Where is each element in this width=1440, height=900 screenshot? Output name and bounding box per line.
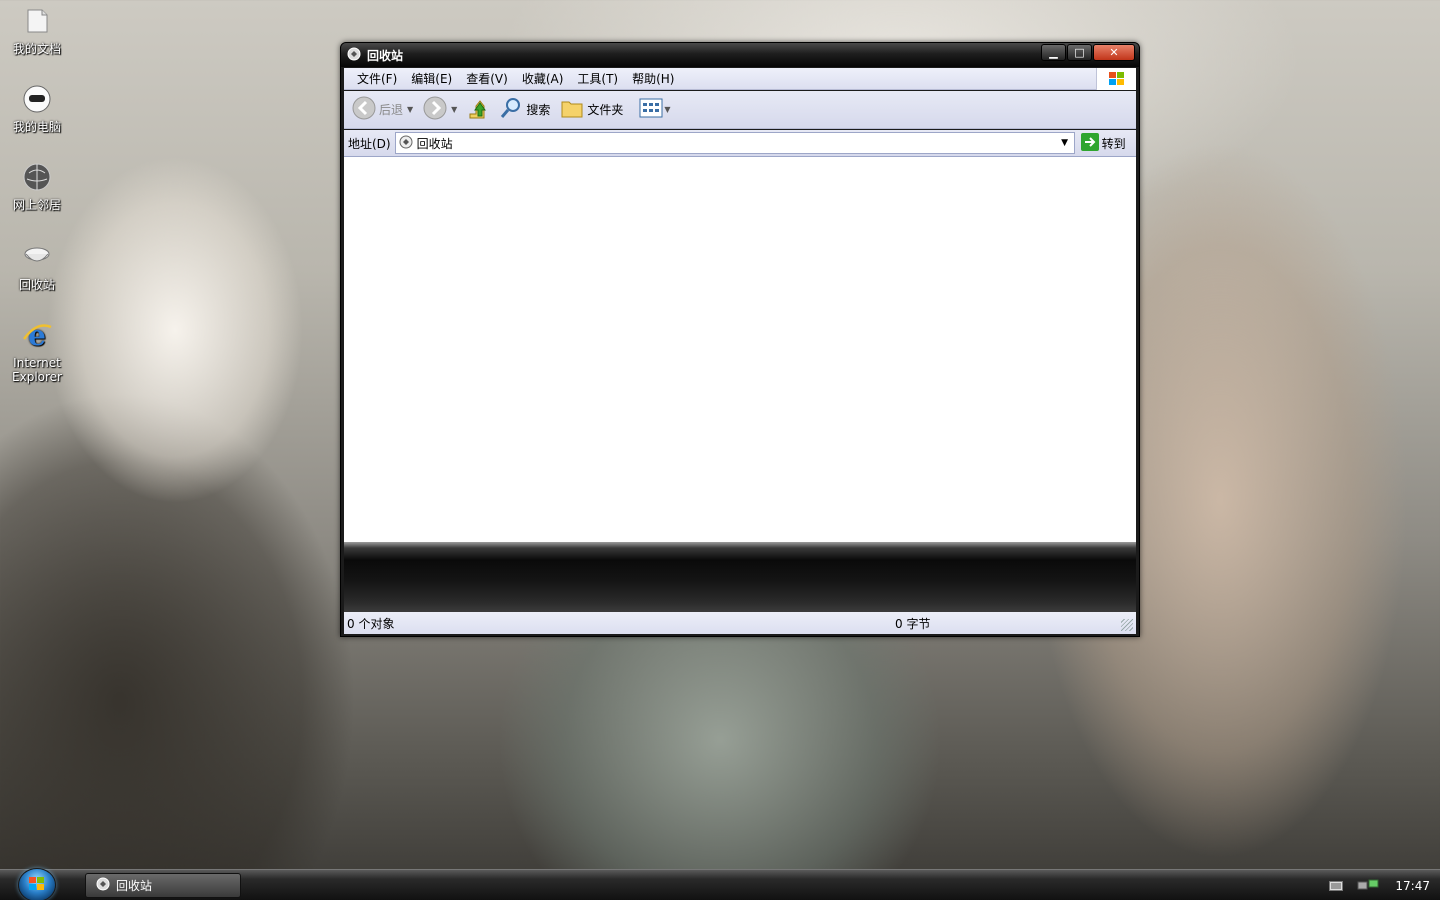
- toolbar: 后退 ▼ ▼ 搜索 文件夹 ▼: [344, 91, 1136, 129]
- window-title: 回收站: [367, 48, 404, 63]
- details-panel: [344, 542, 1136, 612]
- forward-button[interactable]: ▼: [423, 96, 457, 123]
- windows-logo-icon: [1096, 68, 1136, 90]
- desktop-icon-label: 回收站: [18, 278, 55, 292]
- desktop-icon-internet-explorer[interactable]: e Internet Explorer: [4, 318, 70, 384]
- desktop-icon-label: 网上邻居: [12, 198, 61, 212]
- menu-file[interactable]: 文件(F): [350, 70, 404, 87]
- resize-grip-icon[interactable]: [1121, 619, 1133, 631]
- minimize-icon: ▁: [1049, 46, 1058, 59]
- file-list-area[interactable]: [344, 156, 1136, 542]
- clock[interactable]: 17:47: [1395, 879, 1430, 893]
- minimize-button[interactable]: ▁: [1041, 44, 1066, 61]
- folder-icon: [560, 97, 584, 122]
- go-arrow-icon: [1080, 132, 1099, 154]
- internet-explorer-icon: e: [20, 318, 54, 352]
- computer-icon: [20, 82, 54, 116]
- address-bar: 地址(D) 回收站 ▼ 转到: [344, 130, 1136, 156]
- search-icon: [499, 96, 523, 123]
- taskbar: 回收站 17:47: [0, 868, 1440, 900]
- desktop-icon-network[interactable]: 网上邻居: [4, 160, 70, 212]
- taskbar-item-label: 回收站: [116, 879, 153, 893]
- chevron-down-icon[interactable]: ▼: [451, 105, 457, 114]
- network-icon[interactable]: [1357, 879, 1381, 893]
- system-tray: 17:47: [1329, 870, 1430, 900]
- globe-icon: [20, 160, 54, 194]
- taskbar-item-recycle-bin[interactable]: 回收站: [85, 873, 241, 898]
- desktop-icon-label: 我的文档: [12, 42, 61, 56]
- close-button[interactable]: ✕: [1093, 44, 1135, 61]
- up-folder-button[interactable]: [467, 96, 489, 123]
- menu-bar: 文件(F) 编辑(E) 查看(V) 收藏(A) 工具(T) 帮助(H): [344, 68, 1136, 90]
- close-icon: ✕: [1109, 46, 1119, 59]
- start-button[interactable]: [18, 868, 56, 900]
- title-bar[interactable]: 回收站 ▁ □ ✕: [341, 43, 1139, 67]
- keyboard-icon[interactable]: [1329, 880, 1344, 891]
- menu-favorites[interactable]: 收藏(A): [515, 70, 571, 87]
- chevron-down-icon[interactable]: ▼: [1056, 133, 1074, 153]
- address-field[interactable]: 回收站 ▼: [394, 132, 1075, 154]
- menu-tools[interactable]: 工具(T): [570, 70, 625, 87]
- address-label: 地址(D): [348, 136, 391, 151]
- recycle-bin-window: 回收站 ▁ □ ✕ 文件(F) 编辑(E) 查看(V) 收藏(A) 工具(T) …: [340, 42, 1140, 637]
- search-label: 搜索: [526, 103, 551, 117]
- desktop-icon-label: Internet Explorer: [12, 356, 62, 384]
- search-button[interactable]: 搜索: [499, 96, 550, 123]
- windows-logo-icon: [28, 876, 46, 895]
- recycle-bin-icon: [20, 240, 54, 274]
- go-button[interactable]: 转到: [1080, 132, 1126, 154]
- status-size: 0 字节: [895, 616, 931, 631]
- menu-edit[interactable]: 编辑(E): [404, 70, 459, 87]
- up-folder-icon: [467, 96, 489, 123]
- address-value: 回收站: [416, 136, 453, 151]
- recycle-bin-icon: [399, 135, 413, 152]
- chevron-down-icon[interactable]: ▼: [664, 105, 670, 114]
- views-button[interactable]: ▼: [639, 98, 671, 121]
- status-bar: 0 个对象 0 字节: [344, 612, 1136, 634]
- go-label: 转到: [1101, 136, 1126, 151]
- desktop-icon-label: 我的电脑: [12, 120, 61, 134]
- menu-help[interactable]: 帮助(H): [625, 70, 681, 87]
- recycle-bin-icon: [96, 877, 110, 894]
- recycle-bin-icon: [347, 47, 361, 64]
- chevron-down-icon[interactable]: ▼: [407, 105, 413, 114]
- desktop-icon-my-documents[interactable]: 我的文档: [4, 4, 70, 56]
- back-label: 后退: [379, 103, 404, 117]
- folders-button[interactable]: 文件夹: [560, 97, 623, 122]
- back-arrow-icon: [352, 96, 376, 123]
- svg-text:e: e: [28, 319, 46, 351]
- forward-arrow-icon: [423, 96, 447, 123]
- status-object-count: 0 个对象: [347, 616, 395, 631]
- desktop-icon-recycle-bin[interactable]: 回收站: [4, 240, 70, 292]
- maximize-icon: □: [1074, 46, 1085, 59]
- back-button[interactable]: 后退 ▼: [352, 96, 413, 123]
- desktop-icon-my-computer[interactable]: 我的电脑: [4, 82, 70, 134]
- maximize-button[interactable]: □: [1067, 44, 1092, 61]
- menu-view[interactable]: 查看(V): [459, 70, 515, 87]
- folders-label: 文件夹: [587, 103, 624, 117]
- view-grid-icon: [639, 98, 663, 121]
- documents-icon: [20, 4, 54, 38]
